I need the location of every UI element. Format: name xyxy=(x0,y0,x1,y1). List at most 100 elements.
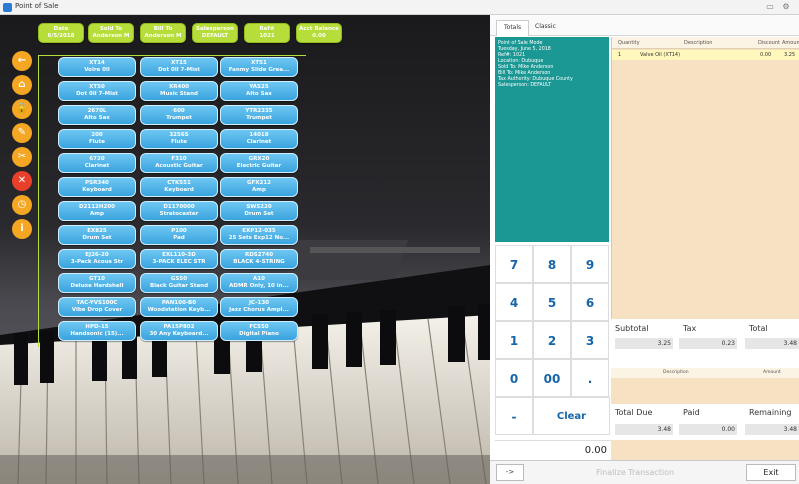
product-button[interactable]: JC-130 Jazz Chorus Ampl... xyxy=(220,297,298,317)
key-0[interactable]: 0 xyxy=(495,359,533,397)
lock-icon[interactable]: 🔒 xyxy=(12,99,32,119)
product-button[interactable]: XT14 Volre 0ll xyxy=(58,57,136,77)
col-description[interactable]: Description xyxy=(684,37,712,49)
table-row[interactable]: 1 Valve Oil (XT14) 0.00 3.25 xyxy=(612,50,799,60)
product-button[interactable]: EXL110-3D 3-PACK ELEC STR xyxy=(140,249,218,269)
product-button[interactable]: GT10 Deluxe Hardshell xyxy=(58,273,136,293)
product-button[interactable]: HPD-15 Handsonic (15)... xyxy=(58,321,136,341)
header-field-5[interactable]: Ref# 1021 xyxy=(244,23,290,43)
header-field-4[interactable]: Salesperson DEFAULT xyxy=(192,23,238,43)
scissors-icon[interactable]: ✂ xyxy=(12,147,32,167)
info-icon[interactable]: i xyxy=(12,219,32,239)
col-quantity[interactable]: Quantity xyxy=(618,37,640,49)
product-button[interactable]: CTK551 Keyboard xyxy=(140,177,218,197)
product-code: JC-130 xyxy=(249,300,269,306)
product-button[interactable]: XT51 Fanmy Slide Grea... xyxy=(220,57,298,77)
amount-input[interactable]: 0.00 xyxy=(495,440,611,460)
home-icon[interactable]: ⌂ xyxy=(12,75,32,95)
paid-value: 0.00 xyxy=(679,424,737,435)
product-button[interactable]: 14018 Clarinet xyxy=(220,129,298,149)
product-button[interactable]: PSR340 Keyboard xyxy=(58,177,136,197)
product-button[interactable]: XR400 Music Stand xyxy=(140,81,218,101)
header-field-1[interactable]: Date 6/5/2018 xyxy=(38,23,84,43)
product-button[interactable]: D1170000 Stratocaster xyxy=(140,201,218,221)
header-field-3[interactable]: Bill To Anderson M xyxy=(140,23,186,43)
product-button[interactable]: EJ26-20 3-Pack Acous Str xyxy=(58,249,136,269)
product-code: EXP12-035 xyxy=(242,228,276,234)
wrench-icon[interactable]: ✎ xyxy=(12,123,32,143)
bottom-bar: -> Finalize Transaction Exit xyxy=(490,460,799,484)
payments-list[interactable] xyxy=(611,378,799,404)
key-00[interactable]: 00 xyxy=(533,359,571,397)
minimize-icon[interactable]: ▭ xyxy=(764,1,776,13)
product-button[interactable]: EXP12-035 25 Sets Exp12 No... xyxy=(220,225,298,245)
product-button[interactable]: PA15P802 30 Any Keyboard... xyxy=(140,321,218,341)
clock-icon[interactable]: ◷ xyxy=(12,195,32,215)
product-button[interactable]: P100 Pad xyxy=(140,225,218,245)
exit-button[interactable]: Exit xyxy=(746,464,796,481)
product-name: Stratocaster xyxy=(159,211,199,217)
finalize-transaction-button[interactable]: Finalize Transaction xyxy=(530,464,740,481)
tab-classic[interactable]: Classic xyxy=(528,20,563,36)
product-button[interactable]: 600 Trumpet xyxy=(140,105,218,125)
key-7[interactable]: 7 xyxy=(495,245,533,283)
header-field-value: 6/5/2018 xyxy=(47,33,75,39)
product-name: Amp xyxy=(90,211,104,217)
key-5[interactable]: 5 xyxy=(533,283,571,321)
product-name: ADMR Only, 10 in... xyxy=(229,283,289,289)
settings-icon[interactable]: ⚙ xyxy=(780,1,792,13)
product-code: GFX212 xyxy=(247,180,271,186)
product-code: F310 xyxy=(171,156,187,162)
back-arrow-icon[interactable]: ← xyxy=(12,51,32,71)
product-button[interactable]: GS50 Black Guitar Stand xyxy=(140,273,218,293)
product-button[interactable]: 2670L Alto Sax xyxy=(58,105,136,125)
col-amount[interactable]: Amount xyxy=(782,37,799,49)
col-discount[interactable]: Discount xyxy=(758,37,780,49)
key-9[interactable]: 9 xyxy=(571,245,609,283)
key-2[interactable]: 2 xyxy=(533,321,571,359)
app-logo-icon xyxy=(3,3,12,12)
key-3[interactable]: 3 xyxy=(571,321,609,359)
product-button[interactable]: 6720 Clarinet xyxy=(58,153,136,173)
product-button[interactable]: 3256S Flute xyxy=(140,129,218,149)
tab-totals[interactable]: Totals xyxy=(496,20,530,36)
next-arrow-button[interactable]: -> xyxy=(496,464,524,481)
product-code: XT14 xyxy=(89,60,105,66)
header-field-6[interactable]: Acct Balance 0.00 xyxy=(296,23,342,43)
product-button[interactable]: D2112H200 Amp xyxy=(58,201,136,221)
product-name: BLACK 4-STRING xyxy=(233,259,285,265)
header-field-2[interactable]: Sold To Anderson M xyxy=(88,23,134,43)
key-4[interactable]: 4 xyxy=(495,283,533,321)
product-button[interactable]: RDS2740 BLACK 4-STRING xyxy=(220,249,298,269)
product-button[interactable]: XT15 Dot 0ll 7-Mist xyxy=(140,57,218,77)
product-name: Electric Guitar xyxy=(236,163,282,169)
product-button[interactable]: A10 ADMR Only, 10 in... xyxy=(220,273,298,293)
key-decimal[interactable]: . xyxy=(571,359,609,397)
product-button[interactable]: YTR2335 Trumpet xyxy=(220,105,298,125)
tab-bar: Totals Classic xyxy=(490,15,799,36)
product-button[interactable]: FC550 Digital Piano xyxy=(220,321,298,341)
product-code: TAC-YVS100C xyxy=(76,300,118,306)
key-8[interactable]: 8 xyxy=(533,245,571,283)
key-minus[interactable]: - xyxy=(495,397,533,435)
product-button[interactable]: GFX212 Amp xyxy=(220,177,298,197)
product-button[interactable]: GRX20 Electric Guitar xyxy=(220,153,298,173)
product-button[interactable]: TAC-YVS100C Vibe Drop Cover xyxy=(58,297,136,317)
clear-button[interactable]: Clear xyxy=(533,397,610,435)
product-button[interactable]: F310 Acoustic Guitar xyxy=(140,153,218,173)
product-button[interactable]: YAS25 Alto Sax xyxy=(220,81,298,101)
product-button[interactable]: SW5220 Drum Set xyxy=(220,201,298,221)
product-code: PAN100-B0 xyxy=(161,300,197,306)
product-button[interactable]: 200 Flute xyxy=(58,129,136,149)
key-1[interactable]: 1 xyxy=(495,321,533,359)
product-code: GRX20 xyxy=(248,156,270,162)
product-button[interactable]: XT50 Dot 0ll 7-Mist xyxy=(58,81,136,101)
cancel-icon[interactable]: ✕ xyxy=(12,171,32,191)
product-button[interactable]: EX825 Drum Set xyxy=(58,225,136,245)
tax-label: Tax xyxy=(683,324,697,333)
remaining-label: Remaining xyxy=(749,408,792,417)
product-code: PA15P802 xyxy=(163,324,195,330)
key-6[interactable]: 6 xyxy=(571,283,609,321)
product-button[interactable]: PAN100-B0 Woodstation Keyb... xyxy=(140,297,218,317)
row-quantity: 1 xyxy=(618,52,622,58)
